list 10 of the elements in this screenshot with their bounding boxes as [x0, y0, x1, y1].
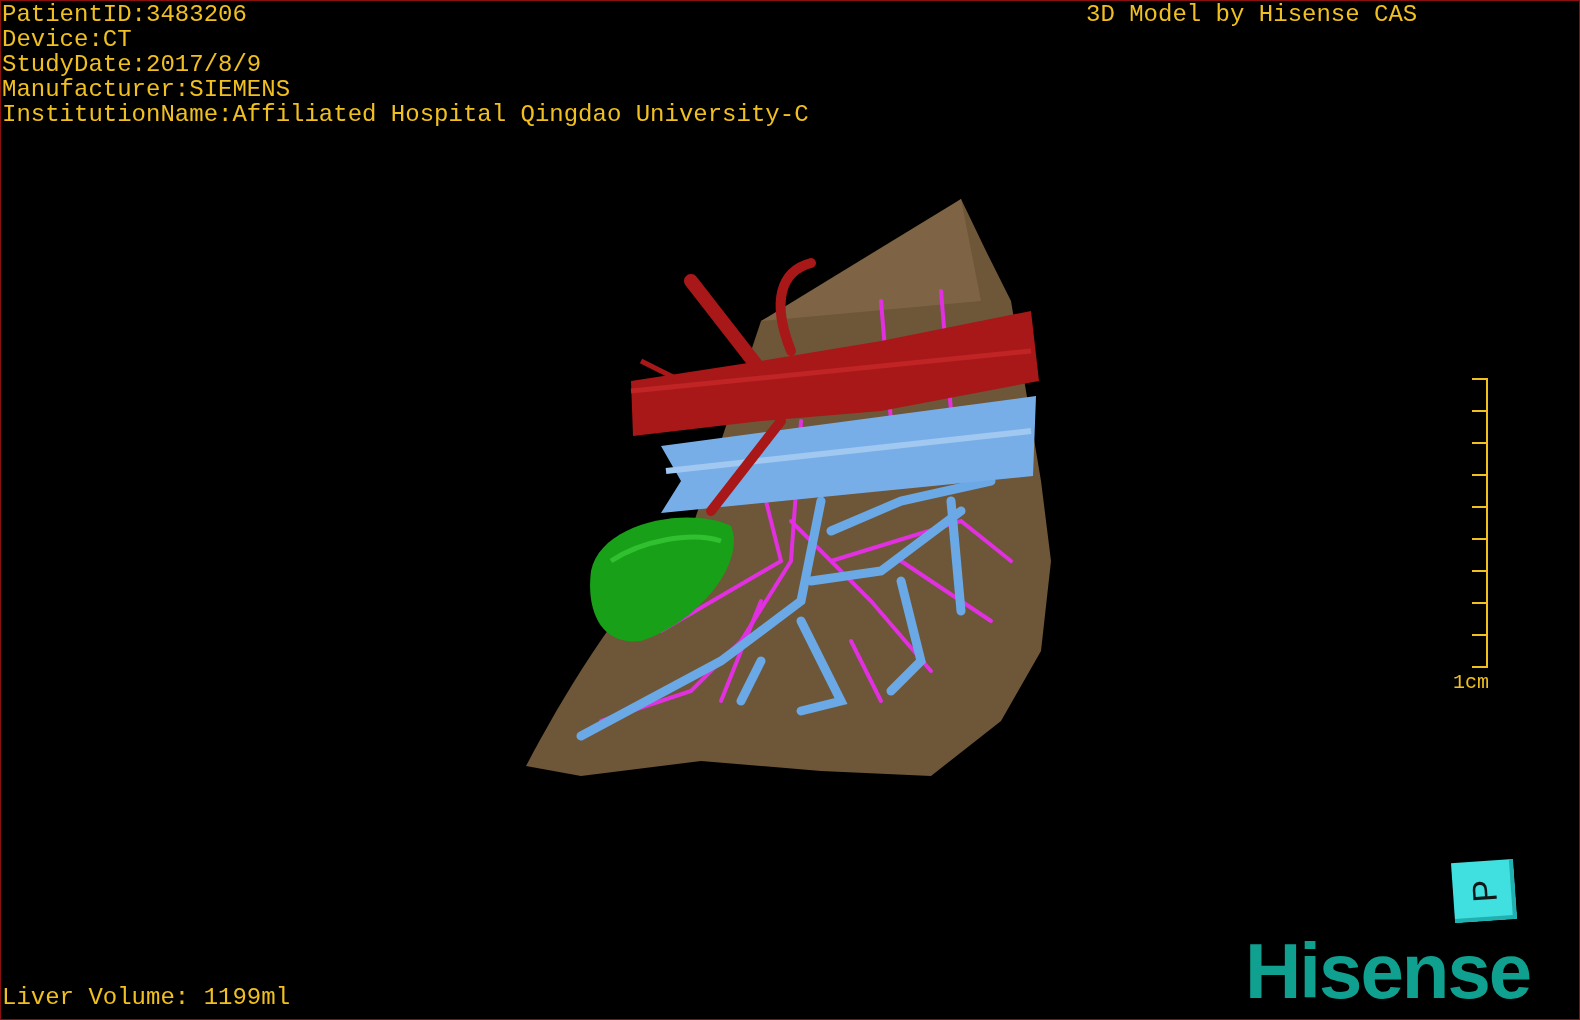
patient-info-line: Device:CT: [2, 27, 133, 52]
patient-info-line: InstitutionName:Affiliated Hospital Qingdao University-C: [2, 102, 809, 127]
patient-info-line: PatientID:3483206: [2, 2, 248, 27]
patient-info-line: Manufacturer:SIEMENS: [2, 77, 292, 102]
liver-volume: Liver Volume: 1199ml: [2, 985, 291, 1010]
model-title: 3D Model by Hisense CAS: [1086, 2, 1418, 27]
scale-label: 1cm: [1453, 672, 1489, 694]
orientation-cube[interactable]: P: [1451, 858, 1517, 924]
brand-logo: Hisense: [1245, 931, 1531, 1011]
patient-info-line: StudyDate:2017/8/9: [2, 52, 263, 77]
